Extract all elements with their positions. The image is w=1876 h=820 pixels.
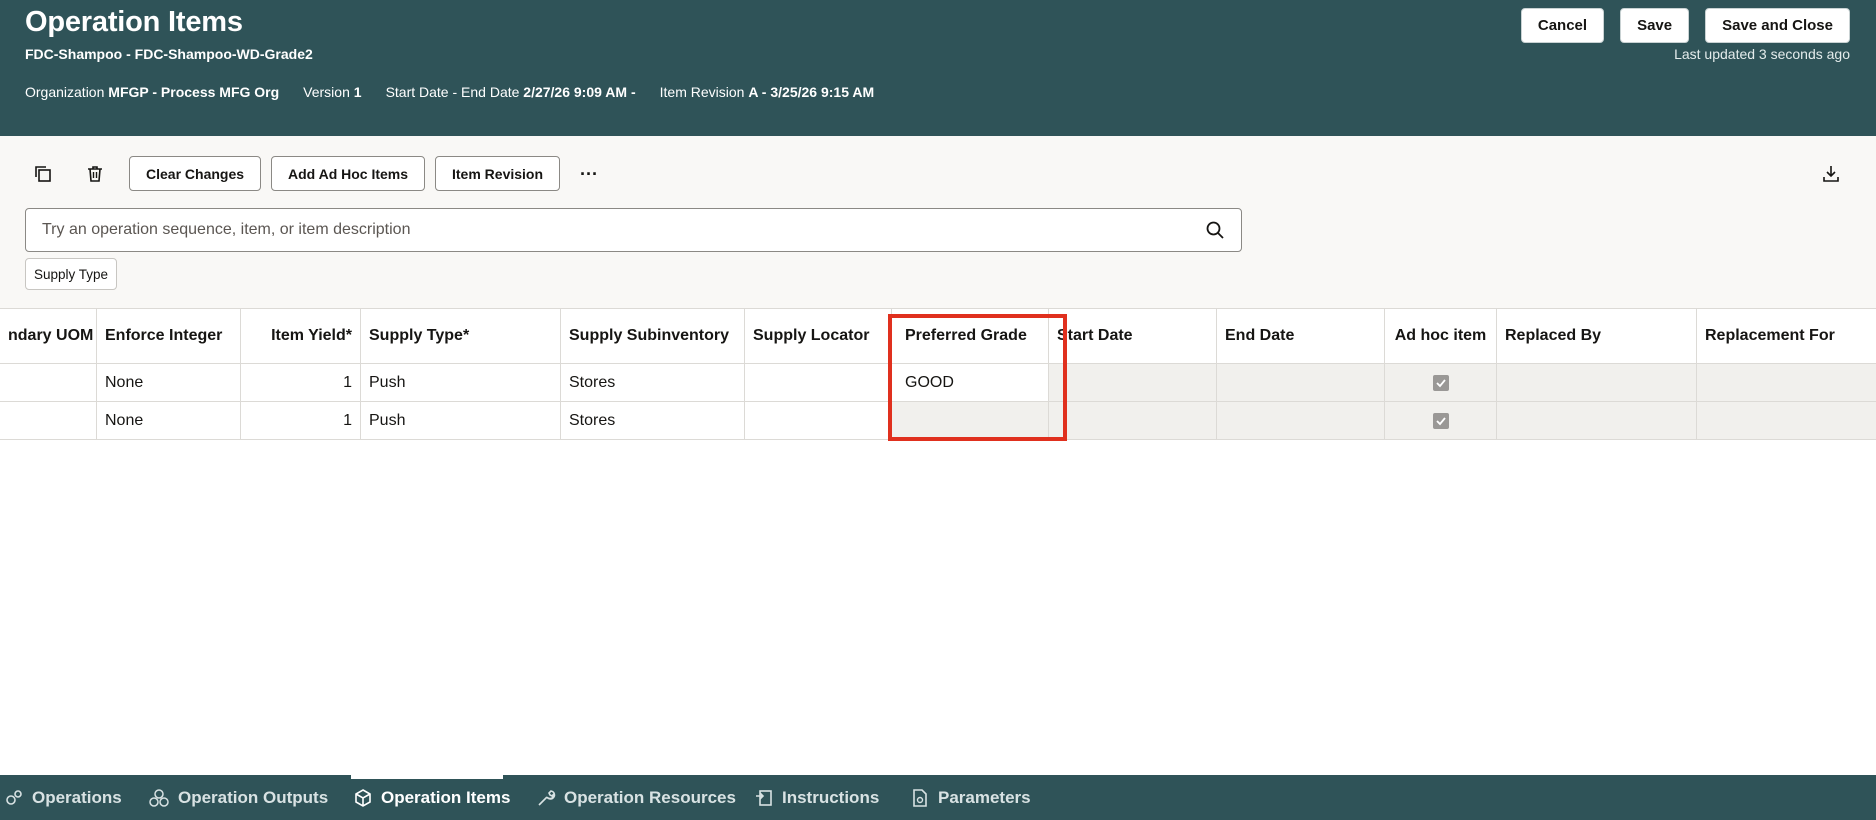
checkbox <box>1432 412 1449 429</box>
cell-replacement-for <box>1697 402 1876 439</box>
table-header-row: ndary UOM Enforce Integer Item Yield* Su… <box>0 308 1876 364</box>
tab-operation-outputs[interactable]: Operation Outputs <box>148 775 328 820</box>
cell-supply-locator[interactable] <box>745 364 892 401</box>
cell-end-date <box>1217 402 1385 439</box>
cell-supply-type[interactable]: Push <box>361 402 561 439</box>
tab-label: Operation Items <box>381 787 511 807</box>
cell-start-date <box>1049 364 1217 401</box>
more-actions-button[interactable]: ··· <box>572 157 606 191</box>
tab-label: Operations <box>32 787 122 807</box>
cell-start-date <box>1049 402 1217 439</box>
duplicate-icon <box>35 166 51 182</box>
supply-type-filter-chip[interactable]: Supply Type <box>25 258 118 290</box>
col-ad-hoc-item[interactable]: Ad hoc item <box>1385 309 1497 363</box>
page-title: Operation Items <box>25 6 243 38</box>
col-enforce-integer[interactable]: Enforce Integer <box>97 309 241 363</box>
col-secondary-uom[interactable]: ndary UOM <box>0 309 97 363</box>
cell-supply-subinventory[interactable]: Stores <box>561 402 745 439</box>
tab-label: Instructions <box>782 787 880 807</box>
col-replacement-for[interactable]: Replacement For <box>1697 309 1876 363</box>
cell-replaced-by <box>1497 364 1697 401</box>
col-start-date[interactable]: Start Date <box>1049 309 1217 363</box>
last-updated-text: Last updated 3 seconds ago <box>1674 46 1850 62</box>
save-and-close-button[interactable]: Save and Close <box>1705 8 1850 43</box>
cell-supply-subinventory[interactable]: Stores <box>561 364 745 401</box>
header-meta: Organization MFGP - Process MFG Org Vers… <box>25 84 874 100</box>
active-tab-indicator <box>351 775 503 779</box>
boxes-icon <box>149 788 169 807</box>
page-subtitle: FDC-Shampoo - FDC-Shampoo-WD-Grade2 <box>25 46 313 62</box>
gears-icon <box>6 789 22 805</box>
save-button[interactable]: Save <box>1620 8 1690 43</box>
tab-label: Operation Outputs <box>178 787 329 807</box>
cell-supply-type[interactable]: Push <box>361 364 561 401</box>
check-icon <box>1435 378 1446 387</box>
trash-icon <box>88 166 102 182</box>
more-icon: ··· <box>580 163 598 184</box>
cell-end-date <box>1217 364 1385 401</box>
tab-parameters[interactable]: Parameters <box>910 775 1031 820</box>
cell-preferred-grade[interactable]: GOOD <box>892 364 1049 401</box>
delete-button[interactable] <box>78 157 112 191</box>
bottom-tab-bar: Operations Operation Outputs Operation I… <box>0 775 1876 820</box>
download-button[interactable] <box>1814 157 1848 191</box>
operation-items-table: ndary UOM Enforce Integer Item Yield* Su… <box>0 308 1876 440</box>
table-row[interactable]: None 1 Push Stores GOOD <box>0 364 1876 402</box>
check-icon <box>1435 416 1446 425</box>
search-input[interactable] <box>42 209 1192 251</box>
cell-secondary-uom <box>0 402 97 439</box>
date-range-info: Start Date - End Date 2/27/26 9:09 AM - <box>385 84 636 100</box>
col-supply-subinventory[interactable]: Supply Subinventory <box>561 309 745 363</box>
search-icon[interactable] <box>1205 220 1225 240</box>
add-ad-hoc-items-button[interactable]: Add Ad Hoc Items <box>271 156 426 191</box>
col-supply-type[interactable]: Supply Type* <box>361 309 561 363</box>
col-item-yield[interactable]: Item Yield* <box>241 309 361 363</box>
col-preferred-grade[interactable]: Preferred Grade <box>892 309 1049 363</box>
version-info: Version 1 <box>303 84 362 100</box>
header-actions: Cancel Save Save and Close <box>1520 8 1850 43</box>
wrench-icon <box>538 789 556 806</box>
cell-enforce-integer[interactable]: None <box>97 364 241 401</box>
checkbox <box>1432 374 1449 391</box>
clear-changes-button[interactable]: Clear Changes <box>129 156 262 191</box>
tab-operations[interactable]: Operations <box>4 775 122 820</box>
download-icon <box>1823 166 1839 182</box>
cell-item-yield[interactable]: 1 <box>241 402 361 439</box>
cell-preferred-grade[interactable] <box>892 402 1049 439</box>
tab-operation-items[interactable]: Operation Items <box>353 775 510 820</box>
item-revision-info: Item Revision A - 3/25/26 9:15 AM <box>659 84 875 100</box>
document-settings-icon <box>913 788 927 807</box>
cell-ad-hoc-item <box>1385 402 1497 439</box>
instructions-icon <box>756 789 772 806</box>
cell-item-yield[interactable]: 1 <box>241 364 361 401</box>
cell-enforce-integer[interactable]: None <box>97 402 241 439</box>
cancel-button[interactable]: Cancel <box>1520 8 1605 43</box>
tab-label: Operation Resources <box>564 787 736 807</box>
tab-operation-resources[interactable]: Operation Resources <box>536 775 736 820</box>
cell-replacement-for <box>1697 364 1876 401</box>
cube-icon <box>355 788 371 807</box>
cell-ad-hoc-item <box>1385 364 1497 401</box>
cell-supply-locator[interactable] <box>745 402 892 439</box>
col-replaced-by[interactable]: Replaced By <box>1497 309 1697 363</box>
item-revision-button[interactable]: Item Revision <box>435 156 561 191</box>
duplicate-button[interactable] <box>26 157 60 191</box>
cell-secondary-uom <box>0 364 97 401</box>
col-supply-locator[interactable]: Supply Locator <box>745 309 892 363</box>
table-row[interactable]: None 1 Push Stores <box>0 402 1876 440</box>
tab-instructions[interactable]: Instructions <box>754 775 879 820</box>
tab-label: Parameters <box>938 787 1031 807</box>
cell-replaced-by <box>1497 402 1697 439</box>
organization-info: Organization MFGP - Process MFG Org <box>25 84 280 100</box>
col-end-date[interactable]: End Date <box>1217 309 1385 363</box>
page-header: Operation Items FDC-Shampoo - FDC-Shampo… <box>0 0 1876 136</box>
search-box <box>25 208 1242 252</box>
